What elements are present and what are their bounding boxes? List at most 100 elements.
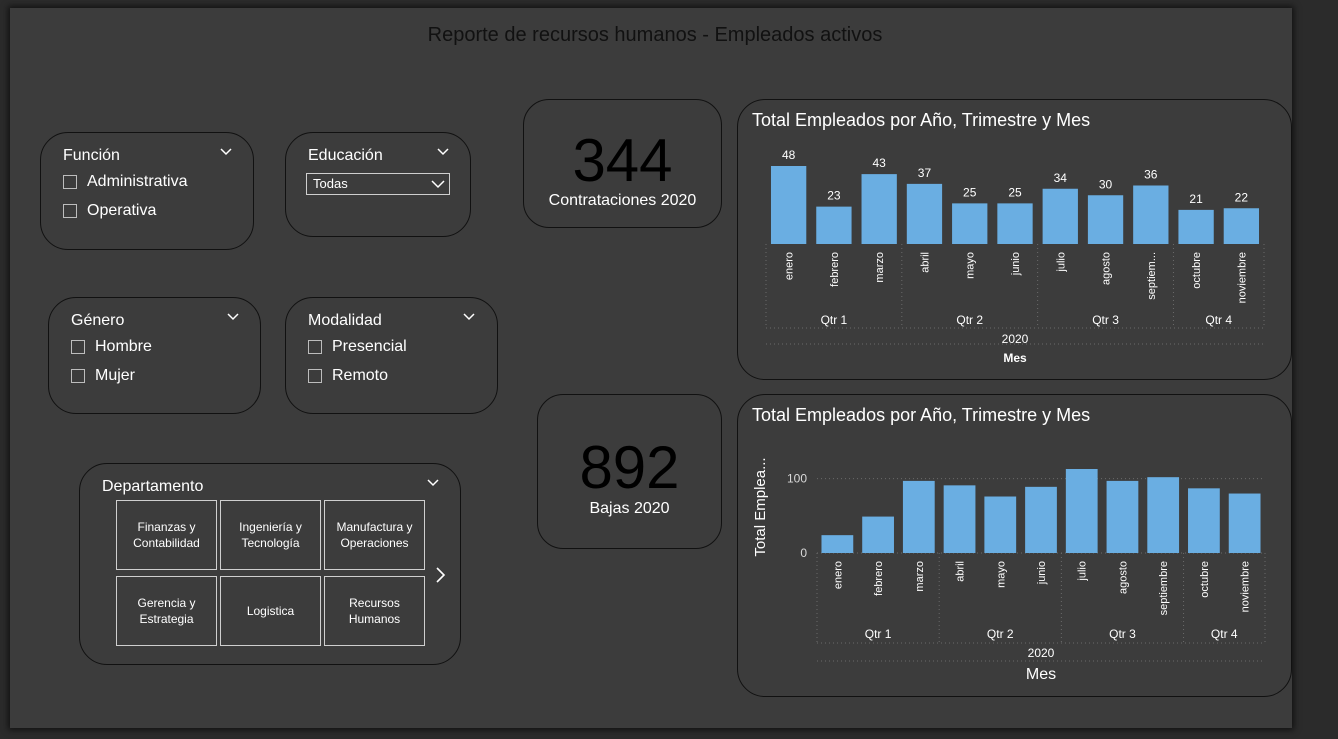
genero-slicer-title: Género	[71, 312, 125, 329]
chevron-down-icon	[431, 180, 445, 189]
x-tick-label: noviembre	[1236, 252, 1248, 303]
departamento-slicer-title: Departamento	[102, 478, 204, 495]
tile-logistica[interactable]: Logistica	[220, 576, 321, 646]
option-label: Remoto	[332, 367, 389, 384]
chevron-right-icon[interactable]	[434, 566, 446, 584]
data-label: 22	[1235, 190, 1249, 204]
checkbox[interactable]	[308, 369, 322, 383]
modalidad-option-presencial[interactable]: Presencial	[308, 338, 407, 356]
bar-agosto	[1087, 195, 1124, 244]
modalidad-option-remoto[interactable]: Remoto	[308, 367, 388, 385]
bar-mayo	[984, 496, 1017, 553]
bar-chart-1: 48 enero 23 febrero 43 marzo 37 abril 25 mayo 25 ju…	[765, 148, 1265, 365]
x-tick-label: junio	[1010, 252, 1022, 276]
x-tick-label: octubre	[1199, 561, 1211, 598]
educacion-slicer: Educación Todas	[285, 132, 471, 237]
bar-julio	[1065, 469, 1098, 553]
option-label: Presencial	[332, 338, 407, 355]
chevron-down-icon[interactable]	[462, 310, 476, 324]
bar-octubre	[1178, 209, 1214, 244]
funcion-slicer-title: Función	[63, 147, 120, 164]
bar-enero	[770, 166, 807, 244]
tile-recursos-humanos[interactable]: Recursos Humanos	[324, 576, 425, 646]
data-label: 21	[1189, 192, 1203, 206]
data-label: 30	[1099, 177, 1113, 191]
x-tick-label: enero	[832, 561, 844, 589]
bar-marzo	[902, 480, 935, 553]
genero-option-hombre[interactable]: Hombre	[71, 338, 152, 356]
x-tick-label: enero	[784, 252, 796, 280]
quarter-label: Qtr 2	[987, 627, 1014, 641]
y-tick-label: 0	[800, 546, 807, 560]
bar-febrero	[862, 516, 894, 553]
kpi-bajas: 892 Bajas 2020	[537, 394, 722, 549]
x-tick-label: junio	[1036, 561, 1048, 585]
chevron-down-icon[interactable]	[226, 310, 240, 324]
quarter-label: Qtr 4	[1205, 313, 1232, 327]
chevron-down-icon[interactable]	[436, 145, 450, 159]
bar-junio	[997, 203, 1033, 244]
checkbox[interactable]	[71, 369, 85, 383]
x-tick-label: septiem...	[1146, 252, 1158, 300]
bar-julio	[1042, 188, 1078, 244]
funcion-option-operativa[interactable]: Operativa	[63, 202, 156, 220]
y-tick-label: 100	[787, 472, 807, 486]
genero-option-mujer[interactable]: Mujer	[71, 367, 135, 385]
tile-finanzas[interactable]: Finanzas y Contabilidad	[116, 500, 217, 570]
kpi-label: Contrataciones 2020	[548, 192, 697, 209]
chevron-down-icon[interactable]	[219, 145, 233, 159]
option-label: Administrativa	[87, 173, 188, 190]
x-tick-label: agosto	[1101, 252, 1113, 285]
data-label: 36	[1144, 168, 1158, 182]
x-tick-label: octubre	[1191, 252, 1203, 289]
tile-gerencia[interactable]: Gerencia y Estrategia	[116, 576, 217, 646]
bar-agosto	[1106, 480, 1139, 553]
x-tick-label: mayo	[965, 252, 977, 279]
chart-card-1: Total Empleados por Año, Trimestre y Mes…	[737, 99, 1292, 380]
bar-febrero	[816, 206, 852, 244]
quarter-label: Qtr 2	[956, 313, 983, 327]
tile-label: Manufactura y Operaciones	[336, 520, 413, 550]
quarter-label: Qtr 1	[865, 627, 892, 641]
tile-label: Ingeniería y Tecnología	[239, 520, 302, 550]
bar-abril	[906, 183, 943, 244]
tile-ingenieria[interactable]: Ingeniería y Tecnología	[220, 500, 321, 570]
bar-abril	[943, 485, 976, 553]
option-label: Mujer	[95, 367, 136, 384]
x-tick-label: abril	[919, 252, 931, 273]
bar-enero	[821, 535, 854, 553]
chevron-down-icon[interactable]	[426, 476, 440, 490]
kpi-value: 892	[579, 434, 680, 501]
checkbox[interactable]	[308, 340, 322, 354]
checkbox[interactable]	[63, 204, 77, 218]
data-label: 25	[963, 185, 977, 199]
kpi-contrataciones: 344 Contrataciones 2020	[523, 99, 722, 228]
x-axis-title: Mes	[1003, 351, 1027, 365]
quarter-label: Qtr 3	[1109, 627, 1136, 641]
x-tick-label: agosto	[1117, 561, 1129, 594]
kpi-label: Bajas 2020	[589, 500, 670, 517]
x-tick-label: julio	[1055, 252, 1067, 273]
departamento-slicer: Departamento Finanzas y Contabilidad Inge…	[79, 463, 461, 665]
year-label: 2020	[1002, 332, 1029, 346]
bar-septiembre	[1147, 477, 1180, 553]
modalidad-slicer: Modalidad Presencial Remoto	[285, 297, 498, 414]
bar-octubre	[1188, 488, 1220, 553]
educacion-slicer-title: Educación	[308, 147, 383, 164]
data-label: 43	[873, 156, 887, 170]
genero-slicer: Género Hombre Mujer	[48, 297, 261, 414]
data-label: 37	[918, 166, 932, 180]
bar-septiem...	[1133, 185, 1169, 244]
funcion-option-administrativa[interactable]: Administrativa	[63, 173, 187, 191]
tile-manufactura[interactable]: Manufactura y Operaciones	[324, 500, 425, 570]
bar-junio	[1025, 486, 1057, 553]
option-label: Operativa	[87, 202, 157, 219]
x-axis-title: Mes	[1026, 666, 1056, 683]
checkbox[interactable]	[71, 340, 85, 354]
educacion-dropdown[interactable]: Todas	[306, 173, 450, 195]
x-tick-label: marzo	[874, 252, 886, 283]
x-tick-label: noviembre	[1240, 561, 1252, 612]
kpi-value: 344	[572, 127, 673, 194]
tile-label: Recursos Humanos	[348, 596, 401, 626]
checkbox[interactable]	[63, 175, 77, 189]
